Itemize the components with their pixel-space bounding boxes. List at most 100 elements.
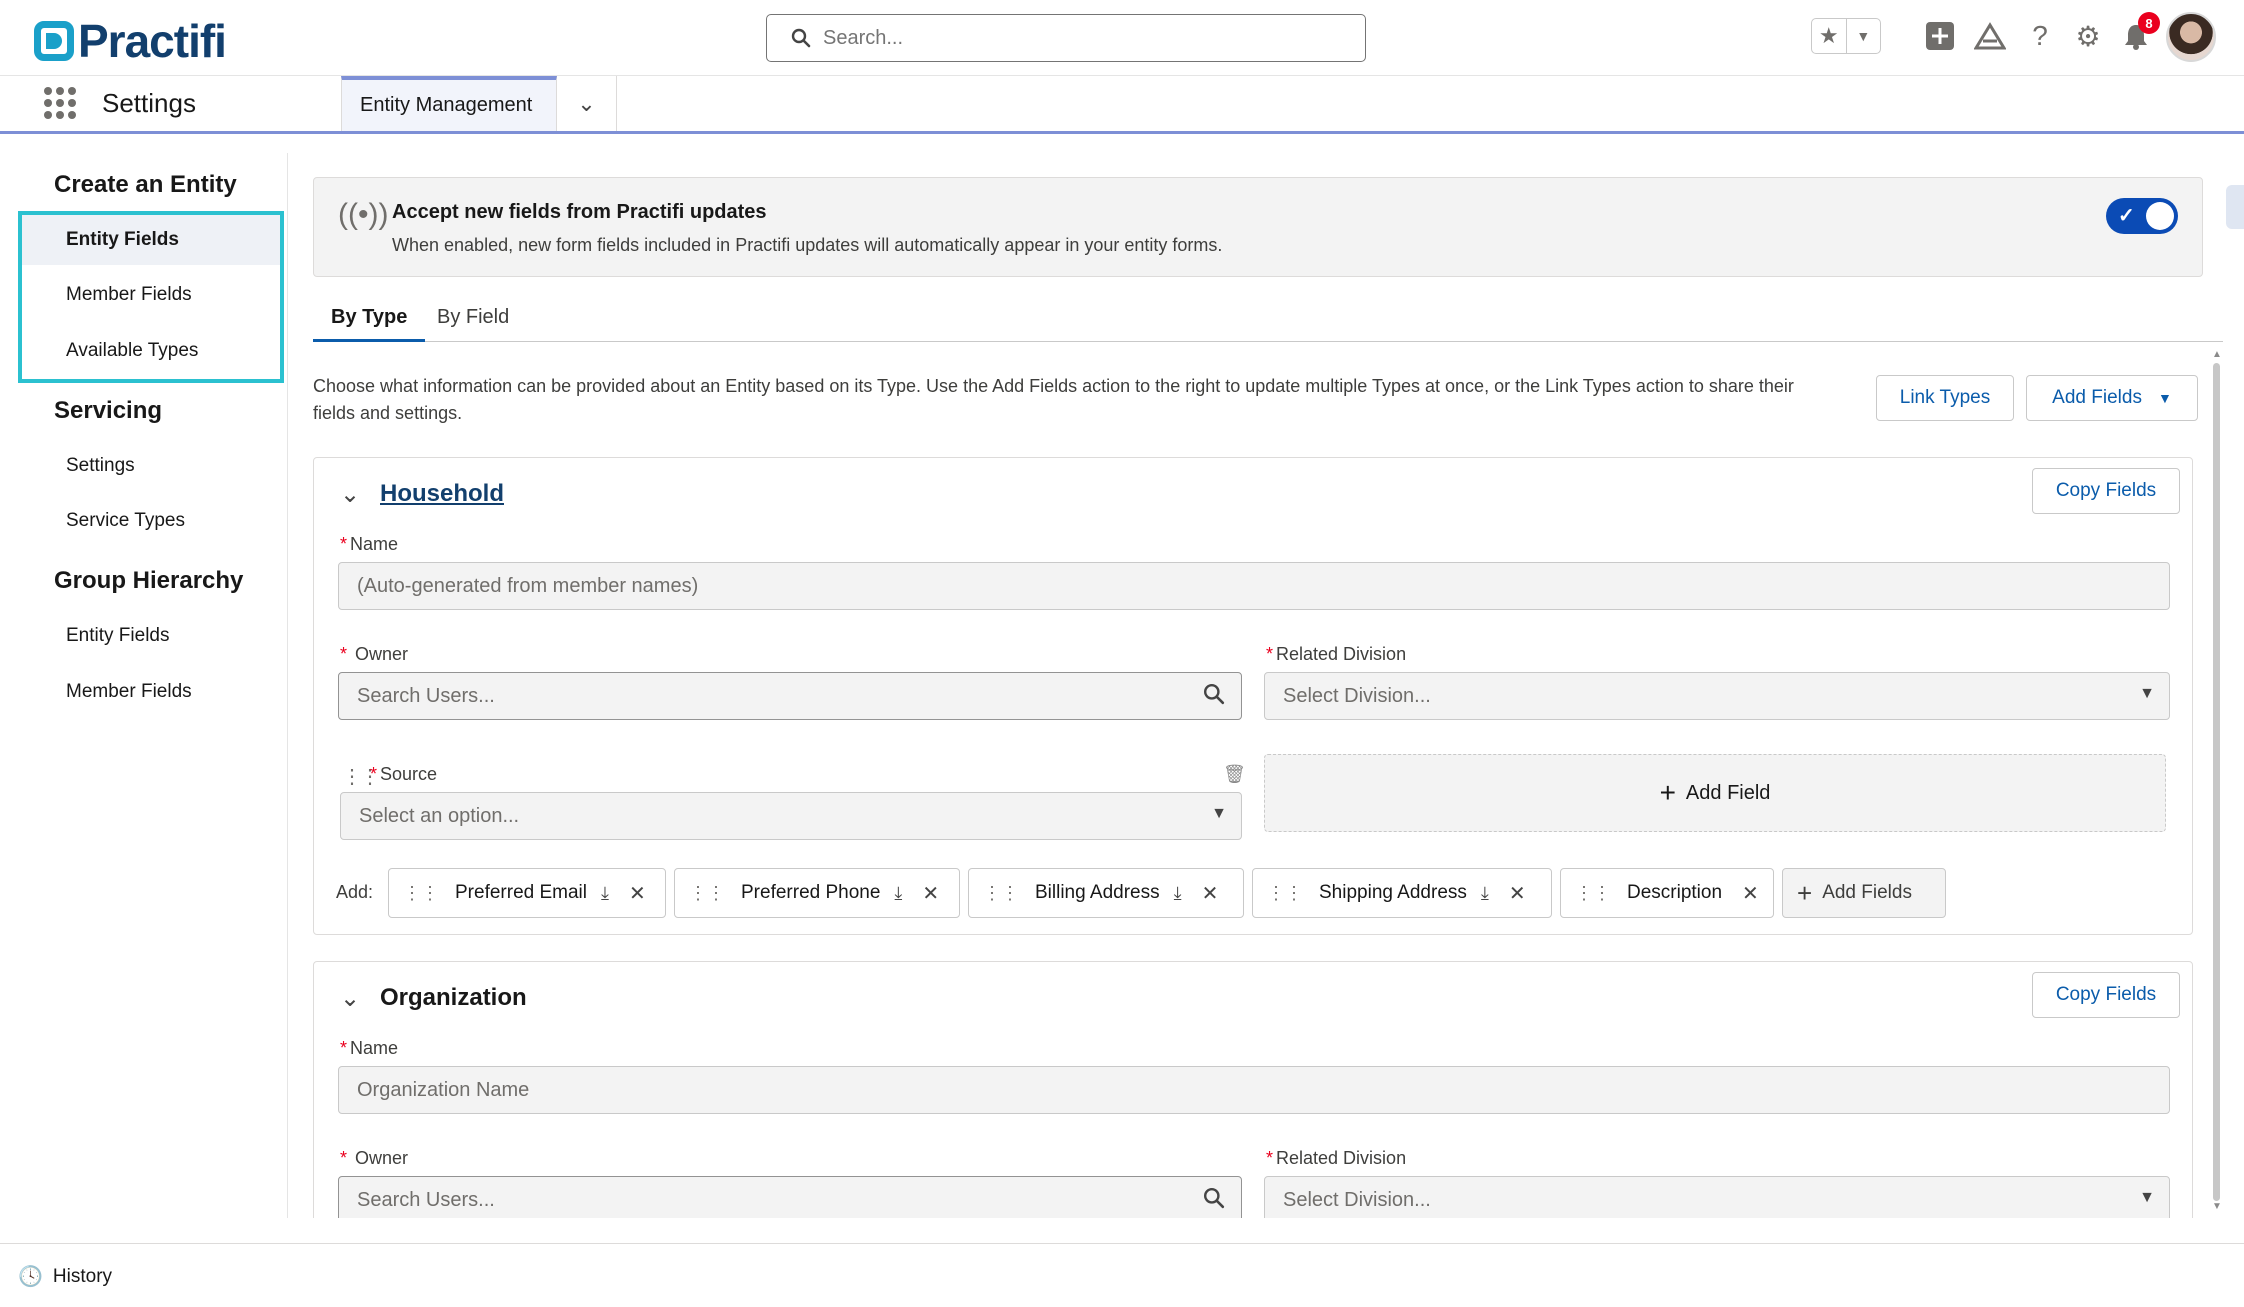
add-field-label: Add Field xyxy=(1685,781,1771,804)
sidebar-item-member-fields[interactable]: Member Fields xyxy=(66,284,192,306)
star-icon[interactable]: ★ xyxy=(1812,19,1847,53)
available-field-pill[interactable]: ⋮⋮ Preferred Email ⤓ ✕ xyxy=(388,868,666,918)
pill-label: Billing Address xyxy=(1035,882,1160,903)
scroll-up-icon[interactable]: ▲ xyxy=(2212,349,2222,360)
pill-label: Description xyxy=(1627,882,1723,903)
notice-title: Accept new fields from Practifi updates xyxy=(392,201,767,223)
close-icon[interactable]: ✕ xyxy=(1509,881,1526,906)
sidebar-group-servicing: Servicing xyxy=(54,397,163,424)
caret-down-icon: ▼ xyxy=(2139,1189,2155,1206)
global-header: Practifi ★ ▼ ? ⚙ 8 xyxy=(0,0,2244,76)
available-field-pill[interactable]: ⋮⋮ Billing Address ⤓ ✕ xyxy=(968,868,1244,918)
app-launcher-icon[interactable] xyxy=(44,87,76,119)
download-icon[interactable]: ⤓ xyxy=(1481,883,1489,904)
history-item[interactable]: 🕓 History xyxy=(18,1264,112,1289)
owner-search-input[interactable]: Search Users... xyxy=(338,1176,1242,1218)
search-icon xyxy=(791,28,811,48)
available-field-pill[interactable]: ⋮⋮ Shipping Address ⤓ ✕ xyxy=(1252,868,1552,918)
source-placeholder: Select an option... xyxy=(359,804,520,827)
caret-down-icon: ▼ xyxy=(1211,805,1227,822)
available-field-pill[interactable]: ⋮⋮ Description ✕ xyxy=(1560,868,1774,918)
link-types-button[interactable]: Link Types xyxy=(1876,375,2014,421)
notice-description: When enabled, new form fields included i… xyxy=(392,235,1223,255)
close-icon[interactable]: ✕ xyxy=(1202,881,1219,906)
clock-icon: 🕓 xyxy=(18,1266,43,1288)
copy-fields-button[interactable]: Copy Fields xyxy=(2032,972,2180,1018)
add-fields-pill-button[interactable]: + Add Fields xyxy=(1782,868,1946,918)
add-fields-label: Add Fields xyxy=(2052,387,2142,408)
accept-updates-toggle[interactable]: ✓ xyxy=(2106,198,2178,234)
download-icon[interactable]: ⤓ xyxy=(894,883,902,904)
drag-handle-icon[interactable]: ⋮⋮ xyxy=(1267,883,1303,904)
division-select[interactable]: Select Division... ▼ xyxy=(1264,672,2170,720)
tab-label: Entity Management xyxy=(360,94,533,116)
global-search[interactable] xyxy=(766,14,1366,62)
drag-handle-icon[interactable]: ⋮⋮ xyxy=(403,883,439,904)
copy-fields-button[interactable]: Copy Fields xyxy=(2032,468,2180,514)
add-fields-pill-label: Add Fields xyxy=(1822,882,1912,903)
trailhead-icon[interactable] xyxy=(1972,18,2008,54)
owner-placeholder: Search Users... xyxy=(357,1188,495,1211)
sidebar-item-available-types[interactable]: Available Types xyxy=(66,340,198,362)
close-icon[interactable]: ✕ xyxy=(1742,881,1759,906)
organization-title: Organization xyxy=(380,984,527,1011)
drag-handle-icon[interactable]: ⋮⋮ xyxy=(983,883,1019,904)
division-label-text: Related Division xyxy=(1276,644,1407,664)
main-scrollbar[interactable]: ▲ ▼ xyxy=(2210,349,2224,1214)
chevron-down-icon[interactable]: ▼ xyxy=(1847,19,1881,53)
owner-label-text: Owner xyxy=(355,644,409,664)
collapse-chevron-icon[interactable]: ⌄ xyxy=(340,480,360,509)
nav-more-button[interactable]: ⌄ xyxy=(557,76,617,131)
collapse-chevron-icon[interactable]: ⌄ xyxy=(340,984,360,1013)
history-label: History xyxy=(52,1265,113,1287)
bell-icon[interactable]: 8 xyxy=(2118,12,2160,54)
sidebar-item-group-entity-fields[interactable]: Entity Fields xyxy=(66,625,169,647)
sidebar-group-create-entity: Create an Entity xyxy=(54,171,237,198)
sidebar-item-entity-fields[interactable]: Entity Fields xyxy=(66,229,179,251)
household-title-link[interactable]: Household xyxy=(380,480,504,508)
download-icon[interactable]: ⤓ xyxy=(601,883,609,904)
user-avatar[interactable] xyxy=(2166,12,2216,62)
logo-text: Practifi xyxy=(78,15,227,67)
gear-icon[interactable]: ⚙ xyxy=(2070,18,2106,54)
tab-by-field[interactable]: By Field xyxy=(419,306,527,342)
utility-bar: 🕓 History xyxy=(0,1243,2244,1307)
add-field-dropzone[interactable]: + Add Field xyxy=(1264,754,2166,832)
division-select[interactable]: Select Division... ▼ xyxy=(1264,1176,2170,1218)
name-label: * Name xyxy=(340,534,399,554)
sidebar-item-group-member-fields[interactable]: Member Fields xyxy=(66,681,192,703)
side-panel-tab[interactable] xyxy=(2226,185,2244,229)
organization-card: ⌄ Organization Copy Fields * Name Organiz… xyxy=(313,961,2193,1218)
sidebar-item-settings[interactable]: Settings xyxy=(66,455,135,477)
tab-by-type[interactable]: By Type xyxy=(313,306,426,342)
sidebar-group-group-hierarchy: Group Hierarchy xyxy=(54,567,244,594)
practifi-logo[interactable]: Practifi xyxy=(34,14,227,68)
available-field-pill[interactable]: ⋮⋮ Preferred Phone ⤓ ✕ xyxy=(674,868,960,918)
owner-search-input[interactable]: Search Users... xyxy=(338,672,1242,720)
source-select[interactable]: Select an option... ▼ xyxy=(340,792,1242,840)
name-label: * Name xyxy=(340,1038,399,1058)
drag-handle-icon[interactable]: ⋮⋮ xyxy=(689,883,725,904)
search-input[interactable] xyxy=(823,26,1323,50)
copy-fields-label: Copy Fields xyxy=(2055,480,2157,501)
help-icon[interactable]: ? xyxy=(2022,18,2058,54)
plus-square-icon[interactable] xyxy=(1922,18,1958,54)
scroll-down-icon[interactable]: ▼ xyxy=(2212,1201,2222,1212)
download-icon[interactable]: ⤓ xyxy=(1174,883,1182,904)
trash-icon[interactable]: 🗑 xyxy=(1223,764,1246,785)
add-fields-menu-button[interactable]: Add Fields ▼ xyxy=(2026,375,2198,421)
caret-down-icon: ▼ xyxy=(2139,685,2155,702)
close-icon[interactable]: ✕ xyxy=(629,881,646,906)
tab-entity-management[interactable]: Entity Management xyxy=(341,76,557,131)
accept-updates-notice: ((•)) Accept new fields from Practifi up… xyxy=(313,177,2203,277)
division-label: * Related Division xyxy=(1266,644,1407,664)
scroll-thumb[interactable] xyxy=(2213,363,2220,1201)
sidebar-item-service-types[interactable]: Service Types xyxy=(66,510,185,532)
drag-handle-icon[interactable]: ⋮⋮ xyxy=(1575,883,1611,904)
pill-label: Preferred Email xyxy=(455,882,587,903)
division-label-text: Related Division xyxy=(1276,1148,1407,1168)
owner-label: * Owner xyxy=(340,644,409,664)
close-icon[interactable]: ✕ xyxy=(922,881,939,906)
add-label: Add: xyxy=(336,882,374,902)
favorites-group[interactable]: ★ ▼ xyxy=(1811,18,1881,54)
